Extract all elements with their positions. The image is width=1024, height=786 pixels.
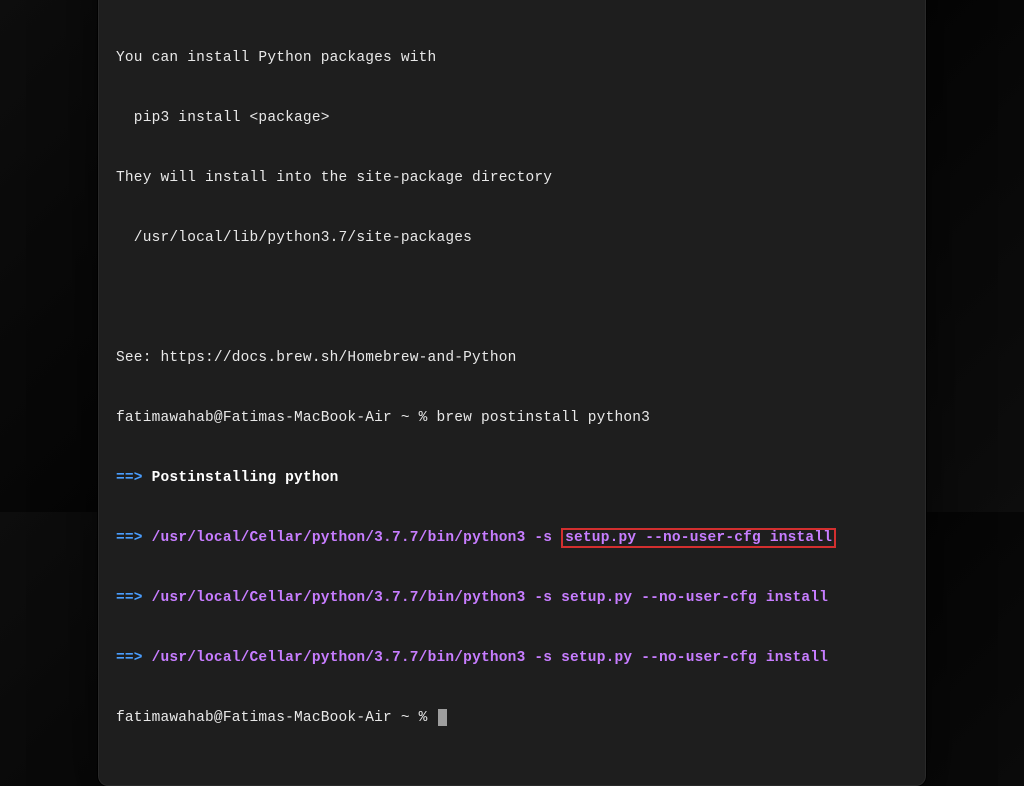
- output-line: ==> /usr/local/Cellar/python/3.7.7/bin/p…: [116, 528, 908, 548]
- status-text: Postinstalling python: [143, 470, 339, 486]
- highlighted-text: setup.py --no-user-cfg install: [561, 528, 836, 548]
- arrow-icon: ==>: [116, 470, 143, 486]
- terminal-window: fatimawahab — -zsh — 80×17 Unversioned s…: [98, 0, 926, 786]
- output-line: See: https://docs.brew.sh/Homebrew-and-P…: [116, 348, 908, 368]
- output-line: ==> Postinstalling python: [116, 468, 908, 488]
- output-line: ==> /usr/local/Cellar/python/3.7.7/bin/p…: [116, 648, 908, 668]
- path-text: /usr/local/Cellar/python/3.7.7/bin/pytho…: [143, 650, 828, 666]
- cursor-icon: [438, 709, 447, 726]
- output-line: /usr/local/lib/python3.7/site-packages: [116, 228, 908, 248]
- arrow-icon: ==>: [116, 650, 143, 666]
- output-line: pip3 install <package>: [116, 108, 908, 128]
- arrow-icon: ==>: [116, 590, 143, 606]
- prompt-line: fatimawahab@Fatimas-MacBook-Air ~ %: [116, 708, 908, 728]
- output-line: You can install Python packages with: [116, 48, 908, 68]
- path-text: /usr/local/Cellar/python/3.7.7/bin/pytho…: [143, 530, 561, 546]
- arrow-icon: ==>: [116, 530, 143, 546]
- output-line: [116, 0, 908, 8]
- output-line: ==> /usr/local/Cellar/python/3.7.7/bin/p…: [116, 588, 908, 608]
- prompt-line: fatimawahab@Fatimas-MacBook-Air ~ % brew…: [116, 408, 908, 428]
- path-text: /usr/local/Cellar/python/3.7.7/bin/pytho…: [143, 590, 828, 606]
- output-line: They will install into the site-package …: [116, 168, 908, 188]
- output-line: [116, 288, 908, 308]
- terminal-body[interactable]: Unversioned symlinks `python`, `python-c…: [98, 0, 926, 786]
- prompt-text: fatimawahab@Fatimas-MacBook-Air ~ %: [116, 710, 436, 726]
